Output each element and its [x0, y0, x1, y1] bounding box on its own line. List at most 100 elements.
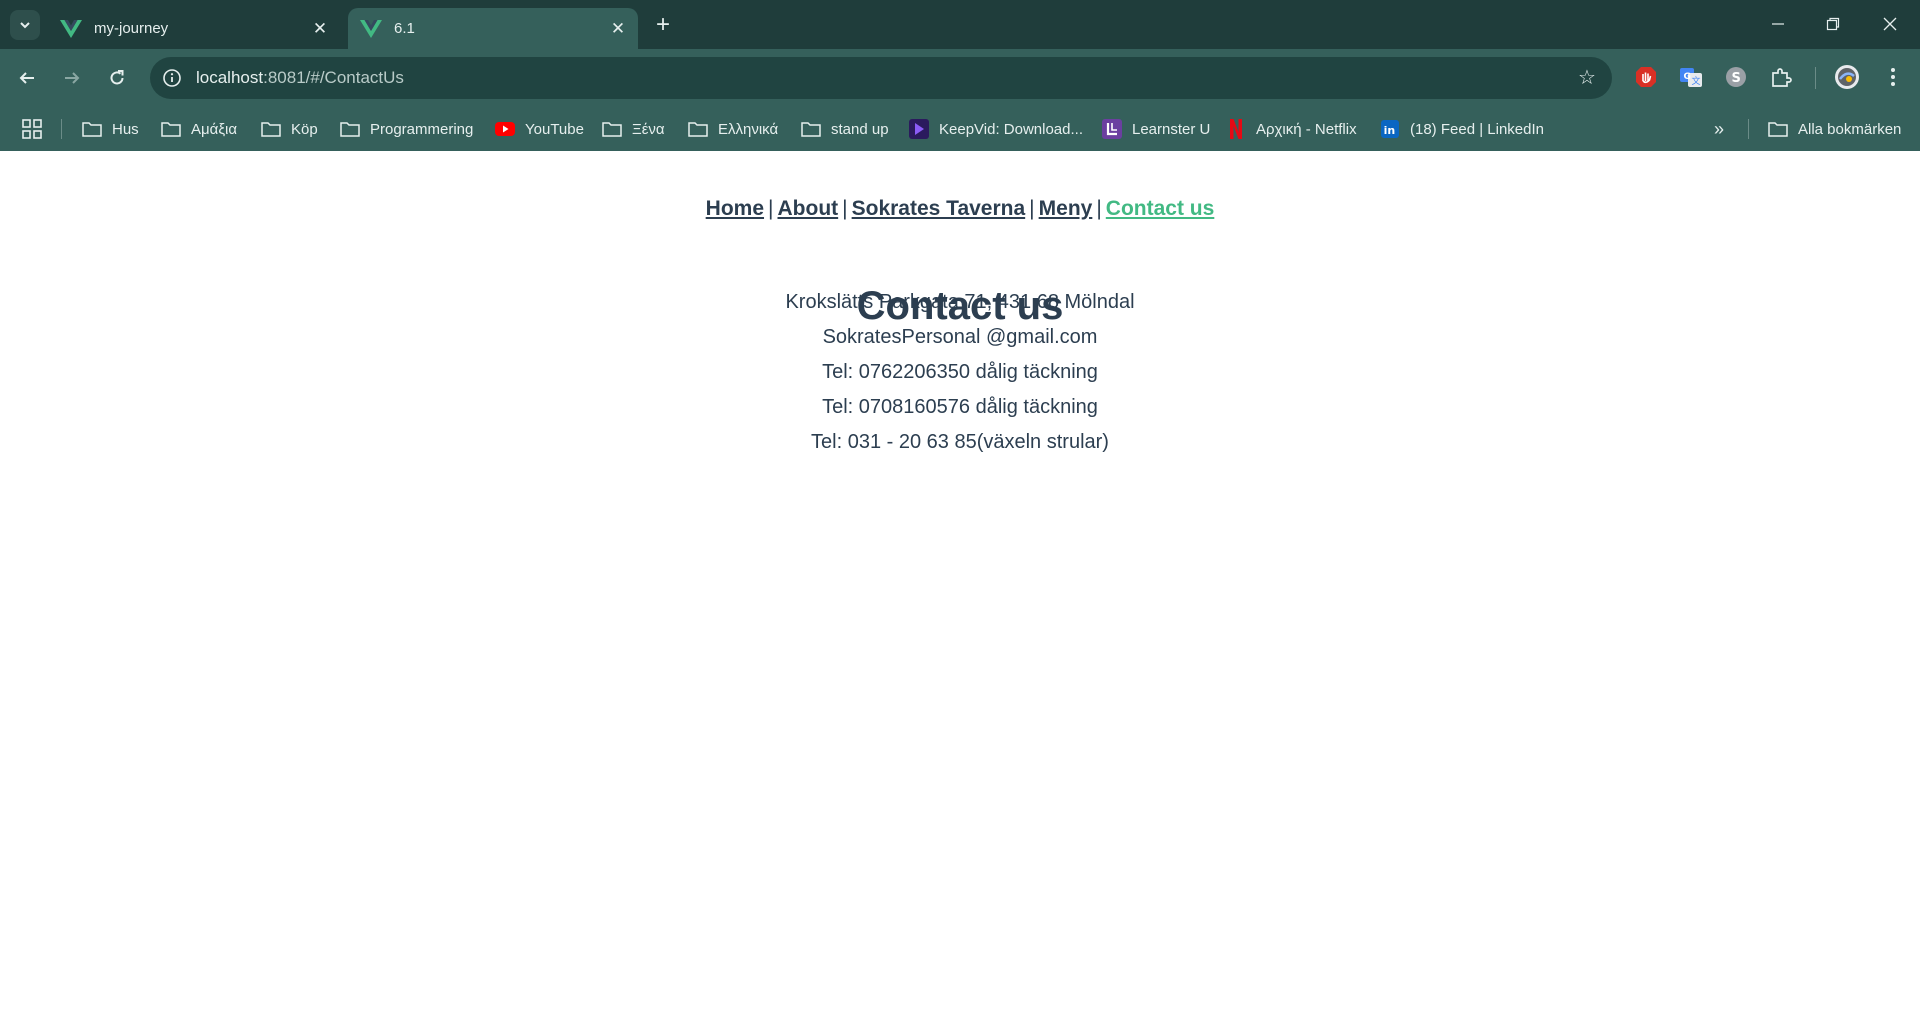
svg-text:文: 文: [1692, 75, 1701, 87]
bookmarks-divider: [61, 119, 62, 139]
bookmark-label: Learnster U: [1132, 120, 1211, 138]
site-info-icon[interactable]: [162, 68, 182, 88]
bookmark-programmering[interactable]: Programmering: [340, 117, 473, 141]
profile-avatar-icon[interactable]: [1833, 63, 1861, 91]
bookmark-hus[interactable]: Hus: [82, 117, 139, 141]
bookmark-label: Ελληνικά: [718, 120, 779, 138]
close-tab-icon[interactable]: ✕: [310, 19, 330, 39]
nav-link-home[interactable]: Home: [706, 197, 764, 220]
close-tab-icon[interactable]: ✕: [608, 19, 628, 39]
tab-title: 6.1: [394, 20, 415, 37]
bookmark-stand-up[interactable]: stand up: [801, 117, 889, 141]
chevron-down-icon: [20, 22, 30, 29]
extensions-puzzle-icon[interactable]: [1767, 63, 1795, 91]
nav-separator: |: [768, 197, 774, 220]
bookmark-label: KeepVid: Download...: [939, 120, 1083, 138]
toolbar-divider: [1815, 67, 1816, 89]
folder-icon: [1768, 119, 1788, 139]
bookmark-label: Αμάξια: [191, 120, 238, 138]
browser-chrome: my-journey ✕ 6.1 ✕ + localhost:8081/#/Co…: [0, 0, 1920, 151]
nav-link-about[interactable]: About: [778, 197, 839, 220]
tab-my-journey[interactable]: my-journey ✕: [48, 8, 340, 49]
close-window-button[interactable]: [1872, 10, 1908, 38]
extension-adblock-icon[interactable]: [1632, 63, 1660, 91]
minimize-button[interactable]: [1760, 10, 1796, 38]
nav-link-sokrates-taverna[interactable]: Sokrates Taverna: [852, 197, 1026, 220]
minimize-icon: [1772, 23, 1784, 25]
contact-phone-3: Tel: 031 - 20 63 85(växeln strular): [811, 431, 1109, 453]
reload-button[interactable]: [102, 63, 132, 93]
url-path: :8081/#/ContactUs: [263, 68, 404, 87]
all-bookmarks-button[interactable]: Alla bokmärken: [1768, 117, 1901, 141]
bookmark-linkedin[interactable]: in (18) Feed | LinkedIn: [1380, 117, 1544, 141]
url-host: localhost: [196, 68, 264, 87]
bookmarks-divider: [1748, 119, 1749, 139]
tab-title: my-journey: [94, 20, 169, 37]
keepvid-icon: [909, 119, 929, 139]
menu-kebab-icon[interactable]: [1879, 63, 1907, 91]
bookmark-xena[interactable]: Ξένα: [602, 117, 665, 141]
linkedin-icon: in: [1380, 119, 1400, 139]
browser-toolbar: localhost:8081/#/ContactUs ☆ G文 S: [0, 49, 1920, 107]
forward-button[interactable]: [57, 63, 87, 93]
svg-text:S: S: [1732, 71, 1741, 86]
bookmark-label: Programmering: [370, 120, 474, 138]
bookmark-youtube[interactable]: YouTube: [495, 117, 584, 141]
arrow-right-icon: [65, 72, 80, 84]
reload-icon: [110, 70, 124, 85]
more-bookmarks-chevron-icon[interactable]: »: [1706, 117, 1732, 141]
close-icon: [1883, 17, 1897, 31]
vue-logo-icon: [60, 19, 82, 38]
extension-translate-icon[interactable]: G文: [1677, 63, 1705, 91]
tab-6-1[interactable]: 6.1 ✕: [348, 8, 638, 49]
tab-strip: my-journey ✕ 6.1 ✕ +: [0, 0, 1920, 49]
bookmark-label: Hus: [112, 120, 139, 138]
youtube-icon: [495, 119, 515, 139]
bookmark-netflix[interactable]: Αρχική - Netflix: [1226, 117, 1357, 141]
address-bar[interactable]: localhost:8081/#/ContactUs ☆: [150, 57, 1612, 99]
restore-icon: [1826, 17, 1840, 31]
bookmark-ellinika[interactable]: Ελληνικά: [688, 117, 778, 141]
bookmark-label: Köp: [291, 120, 318, 138]
arrow-left-icon: [19, 72, 34, 84]
bookmark-star-icon[interactable]: ☆: [1576, 67, 1598, 89]
folder-icon: [161, 119, 181, 139]
apps-grid-icon[interactable]: [20, 117, 44, 141]
contact-phone-1: Tel: 0762206350 dålig täckning: [822, 361, 1098, 383]
bookmark-amaxia[interactable]: Αμάξια: [161, 117, 237, 141]
folder-icon: [688, 119, 708, 139]
all-bookmarks-label: Alla bokmärken: [1798, 120, 1902, 138]
bookmark-kop[interactable]: Köp: [261, 117, 318, 141]
bookmark-label: (18) Feed | LinkedIn: [1410, 120, 1544, 138]
nav-link-meny[interactable]: Meny: [1039, 197, 1093, 220]
back-button[interactable]: [12, 63, 42, 93]
contact-address: Krokslätts Parkgata 71, 431 68 Mölndal: [785, 291, 1135, 313]
folder-icon: [82, 119, 102, 139]
vue-logo-icon: [360, 19, 382, 38]
site-nav: Home | About | Sokrates Taverna | Meny | Contact…: [0, 197, 1920, 221]
bookmark-learnster[interactable]: Learnster U: [1102, 117, 1210, 141]
bookmark-label: Ξένα: [632, 120, 665, 138]
folder-icon: [801, 119, 821, 139]
netflix-icon: [1226, 119, 1246, 139]
contact-email: SokratesPersonal @gmail.com: [822, 326, 1098, 348]
extension-s-icon[interactable]: S: [1722, 63, 1750, 91]
url-text[interactable]: localhost:8081/#/ContactUs: [196, 68, 404, 88]
bookmark-keepvid[interactable]: KeepVid: Download...: [909, 117, 1083, 141]
bookmarks-bar: Hus Αμάξια Köp Programmering YouTube Ξέν…: [0, 107, 1920, 151]
nav-separator: |: [1029, 197, 1035, 220]
bookmark-label: Αρχική - Netflix: [1256, 120, 1357, 138]
new-tab-button[interactable]: +: [650, 11, 676, 38]
restore-button[interactable]: [1815, 10, 1851, 38]
svg-text:G: G: [1684, 72, 1691, 82]
svg-text:in: in: [1384, 124, 1396, 137]
nav-link-contact-us[interactable]: Contact us: [1106, 197, 1215, 220]
folder-icon: [340, 119, 360, 139]
folder-icon: [261, 119, 281, 139]
nav-separator: |: [1096, 197, 1102, 220]
bookmark-label: YouTube: [525, 120, 584, 138]
tab-search-button[interactable]: [10, 10, 40, 40]
bookmark-label: stand up: [831, 120, 889, 138]
page-content: Home | About | Sokrates Taverna | Meny | Contact…: [0, 151, 1920, 1030]
nav-separator: |: [842, 197, 848, 220]
